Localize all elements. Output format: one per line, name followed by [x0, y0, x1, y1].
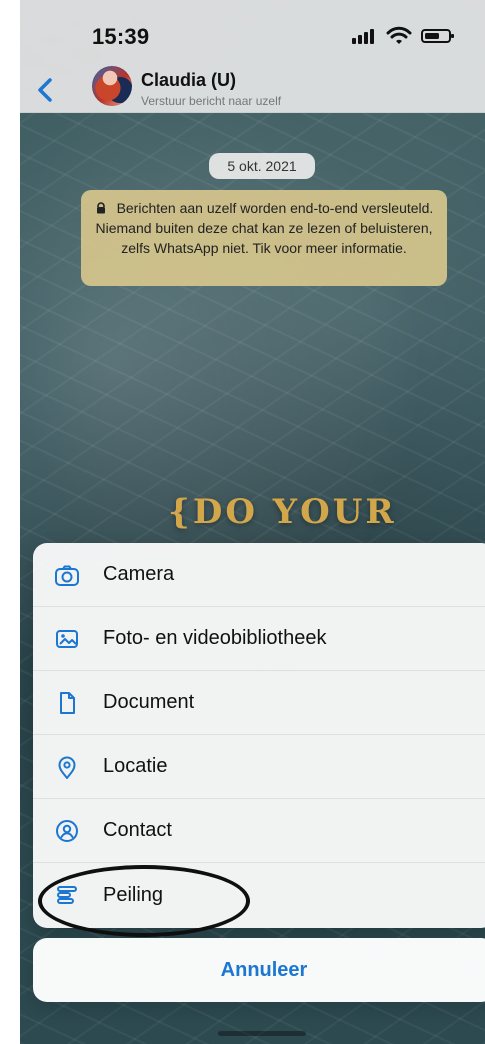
location-icon — [53, 753, 81, 781]
sheet-item-camera[interactable]: Camera — [33, 543, 485, 607]
contact-icon — [53, 817, 81, 845]
status-icons — [351, 24, 461, 48]
encryption-notice[interactable]: Berichten aan uzelf worden end-to-end ve… — [81, 190, 447, 286]
attachment-action-sheet: Camera Foto- en videobibliotheek Documen… — [33, 543, 485, 928]
sheet-item-document[interactable]: Document — [33, 671, 485, 735]
chat-screen: 15:39 Claudia (U) Verstuur bericht naar … — [20, 0, 485, 1044]
status-time: 15:39 — [92, 24, 150, 49]
top-header: 15:39 Claudia (U) Verstuur bericht naar … — [20, 0, 485, 113]
sheet-item-photo-library[interactable]: Foto- en videobibliotheek — [33, 607, 485, 671]
sheet-item-label: Camera — [103, 563, 175, 585]
signal-icon — [352, 29, 374, 44]
chevron-left-icon — [38, 78, 52, 102]
document-icon — [53, 689, 81, 717]
date-separator: 5 okt. 2021 — [209, 153, 315, 179]
wallpaper-text: {DO YOUR — [168, 492, 397, 532]
sheet-item-label: Peiling — [103, 883, 164, 906]
wifi-icon — [386, 26, 412, 44]
contact-name[interactable]: Claudia (U) — [141, 70, 236, 91]
encryption-notice-text: Berichten aan uzelf worden end-to-end ve… — [95, 200, 434, 256]
back-button[interactable] — [28, 72, 64, 108]
sheet-item-location[interactable]: Locatie — [33, 735, 485, 799]
photo-library-icon — [53, 625, 81, 653]
poll-icon — [53, 881, 81, 909]
battery-icon — [421, 29, 454, 43]
lock-icon — [96, 202, 105, 214]
cancel-button[interactable]: Annuleer — [33, 938, 485, 1002]
contact-subtitle: Verstuur bericht naar uzelf — [141, 94, 282, 108]
sheet-item-label: Document — [103, 691, 195, 713]
camera-icon — [53, 561, 81, 589]
sheet-item-label: Contact — [103, 819, 172, 841]
sheet-item-contact[interactable]: Contact — [33, 799, 485, 863]
sheet-item-poll[interactable]: Peiling — [33, 863, 485, 927]
home-indicator — [218, 1031, 306, 1036]
sheet-item-label: Locatie — [103, 755, 168, 777]
contact-avatar[interactable] — [92, 66, 132, 106]
sheet-item-label: Foto- en videobibliotheek — [103, 627, 327, 649]
